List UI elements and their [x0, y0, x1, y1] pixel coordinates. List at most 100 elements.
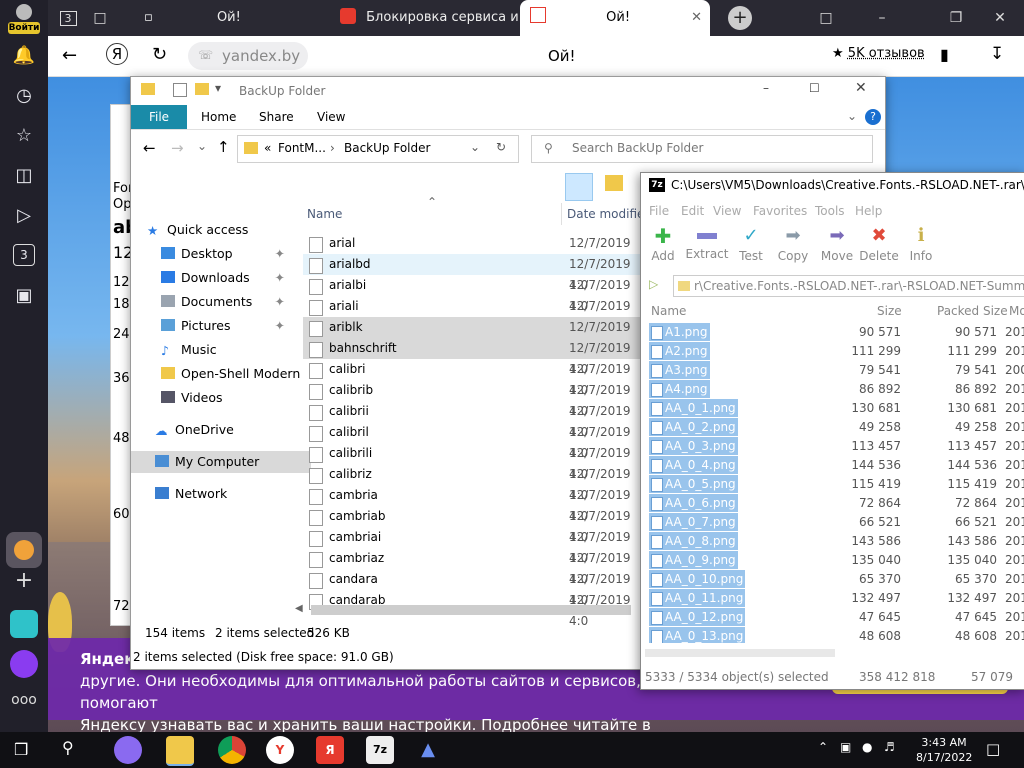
- file-row[interactable]: calibrili 12/7/2019 4:0: [303, 443, 641, 481]
- forward-icon[interactable]: →: [171, 139, 184, 157]
- alice-assistant-icon[interactable]: [10, 650, 38, 678]
- bookmarks-collection-icon[interactable]: □: [808, 0, 844, 36]
- media-play-icon[interactable]: ▷: [12, 204, 36, 228]
- chevron-down-icon[interactable]: ⌄: [470, 140, 480, 154]
- archive-row[interactable]: A4.png 86 892 86 892 201: [641, 380, 1024, 399]
- archive-row[interactable]: AA_0_7.png 66 521 66 521 201: [641, 513, 1024, 532]
- back-icon[interactable]: ←: [143, 139, 156, 157]
- tab-oy-1[interactable]: ▫ Ой!: [138, 0, 328, 36]
- ribbon-tab-share[interactable]: Share: [259, 105, 294, 129]
- archive-row[interactable]: AA_0_4.png 144 536 144 536 201: [641, 456, 1024, 475]
- archive-row[interactable]: AA_0_10.png 65 370 65 370 201: [641, 570, 1024, 589]
- nav-open-shell[interactable]: Open-Shell Modern: [161, 363, 300, 385]
- folder-up-icon[interactable]: ▷: [649, 277, 658, 291]
- nav-downloads[interactable]: Downloads ✦: [161, 267, 285, 289]
- tray-clock[interactable]: 3:43 AM 8/17/2022: [916, 735, 972, 765]
- archive-row[interactable]: AA_0_3.png 113 457 113 457 201: [641, 437, 1024, 456]
- archive-row[interactable]: AA_0_12.png 47 645 47 645 201: [641, 608, 1024, 627]
- archive-row[interactable]: A2.png 111 299 111 299 201: [641, 342, 1024, 361]
- scroll-thumb[interactable]: [311, 605, 631, 615]
- tray-expand-icon[interactable]: ⌃: [818, 740, 828, 754]
- add-button[interactable]: ✚ Add: [641, 225, 685, 271]
- preview-pane-icon[interactable]: [565, 173, 593, 201]
- close-icon[interactable]: ✕: [855, 80, 867, 96]
- archive-row[interactable]: AA_0_9.png 135 040 135 040 201: [641, 551, 1024, 570]
- bell-icon[interactable]: 🔔: [12, 44, 36, 68]
- tabs-overview-icon[interactable]: 3: [50, 0, 86, 36]
- file-row[interactable]: arialbd 12/7/2019 4:0: [303, 254, 641, 292]
- test-button[interactable]: ✓ Test: [729, 225, 773, 271]
- ribbon-expand-icon[interactable]: ⌄: [847, 109, 857, 123]
- menu-view[interactable]: View: [713, 204, 741, 218]
- tab-oy-active[interactable]: Ой! ✕: [520, 0, 710, 36]
- column-header-modified[interactable]: Mo: [1009, 304, 1024, 318]
- new-window-icon[interactable]: □: [82, 0, 118, 36]
- yandex-browser-taskbar-icon[interactable]: Y: [266, 736, 294, 764]
- recent-locations-icon[interactable]: ⌄: [197, 139, 207, 153]
- copy-button[interactable]: ➡ Copy: [771, 225, 815, 271]
- yandex-taskbar-icon[interactable]: Я: [316, 736, 344, 764]
- 7zip-path-field[interactable]: r\Creative.Fonts.-RSLOAD.NET-.rar\-RSLOA…: [673, 275, 1024, 297]
- file-row[interactable]: cambria 12/7/2019 4:0: [303, 485, 641, 523]
- archive-row[interactable]: AA_0_5.png 115 419 115 419 201: [641, 475, 1024, 494]
- file-row[interactable]: calibriz 12/7/2019 4:0: [303, 464, 641, 502]
- alice-taskbar-icon[interactable]: [114, 736, 142, 764]
- minimize-icon[interactable]: –: [763, 81, 769, 95]
- nav-network[interactable]: Network: [155, 483, 227, 505]
- view-options-icon[interactable]: [605, 175, 623, 191]
- menu-file[interactable]: File: [649, 204, 669, 218]
- archive-row[interactable]: A3.png 79 541 79 541 200: [641, 361, 1024, 380]
- bookmark-icon[interactable]: ▮: [940, 45, 949, 64]
- network-tray-icon[interactable]: ▣: [840, 740, 851, 754]
- search-input[interactable]: ⚲ Search BackUp Folder: [531, 135, 873, 163]
- 7zip-horizontal-scrollbar[interactable]: [641, 647, 841, 659]
- tab-blocking[interactable]: Блокировка сервиса и к: [332, 0, 518, 36]
- address-host[interactable]: yandex.by: [222, 47, 300, 65]
- file-row[interactable]: cambriab 12/7/2019 4:0: [303, 506, 641, 544]
- menu-tools[interactable]: Tools: [815, 204, 845, 218]
- microphone-tray-icon[interactable]: ●: [862, 740, 872, 754]
- send-app-icon[interactable]: [10, 610, 38, 638]
- close-tab-icon[interactable]: ✕: [691, 0, 702, 36]
- 7zip-taskbar-icon[interactable]: 7z: [366, 736, 394, 764]
- windows-start-icon[interactable]: ❒: [14, 740, 32, 759]
- breadcrumb-item[interactable]: FontM...: [278, 141, 326, 155]
- file-row[interactable]: ariali12/7/2019 4:0: [303, 296, 641, 334]
- chrome-taskbar-icon[interactable]: [218, 736, 246, 764]
- reload-icon[interactable]: ↻: [152, 44, 167, 65]
- yandex-logo-icon[interactable]: Я: [106, 43, 128, 65]
- breadcrumb-item[interactable]: BackUp Folder: [344, 141, 430, 155]
- archive-row[interactable]: AA_0_13.png 48 608 48 608 201: [641, 627, 1024, 643]
- up-icon[interactable]: ↑: [217, 138, 230, 156]
- delete-button[interactable]: ✖ Delete: [857, 225, 901, 271]
- file-explorer-taskbar-icon[interactable]: [166, 736, 194, 766]
- nav-pictures[interactable]: Pictures ✦: [161, 315, 285, 337]
- login-avatar[interactable]: Войти: [8, 4, 40, 34]
- more-icon[interactable]: ooo: [10, 692, 38, 712]
- volume-tray-icon[interactable]: ♬: [884, 740, 895, 754]
- quick-access-dropdown-icon[interactable]: ▾: [215, 81, 221, 95]
- nav-my-computer[interactable]: My Computer: [131, 451, 311, 473]
- ribbon-tab-view[interactable]: View: [317, 105, 345, 129]
- file-row[interactable]: arialbi 12/7/2019 4:0: [303, 275, 641, 313]
- search-icon[interactable]: ⚲: [62, 738, 74, 757]
- column-header-name[interactable]: Name: [307, 207, 342, 221]
- archive-row[interactable]: AA_0_11.png 132 497 132 497 201: [641, 589, 1024, 608]
- file-row[interactable]: ariblk12/7/2019 4:0: [303, 317, 641, 355]
- menu-favorites[interactable]: Favorites: [753, 204, 807, 218]
- file-row[interactable]: bahnschrift 12/7/2019 4:0: [303, 338, 641, 376]
- restore-icon[interactable]: ❐: [938, 0, 974, 36]
- nav-desktop[interactable]: Desktop ✦: [161, 243, 285, 265]
- tab-count-icon[interactable]: 3: [13, 244, 35, 266]
- breadcrumb-overflow[interactable]: «: [264, 141, 271, 155]
- file-row[interactable]: cambriaz 12/7/2019 4:0: [303, 548, 641, 586]
- nav-documents[interactable]: Documents ✦: [161, 291, 285, 313]
- scroll-left-icon[interactable]: ◀: [295, 603, 303, 614]
- archive-row[interactable]: AA_0_8.png 143 586 143 586 201: [641, 532, 1024, 551]
- maximize-icon[interactable]: ☐: [809, 81, 820, 95]
- properties-icon[interactable]: [173, 83, 187, 97]
- menu-edit[interactable]: Edit: [681, 204, 704, 218]
- minimize-icon[interactable]: –: [864, 0, 900, 36]
- new-tab-button[interactable]: +: [728, 6, 752, 30]
- ribbon-tab-home[interactable]: Home: [201, 105, 236, 129]
